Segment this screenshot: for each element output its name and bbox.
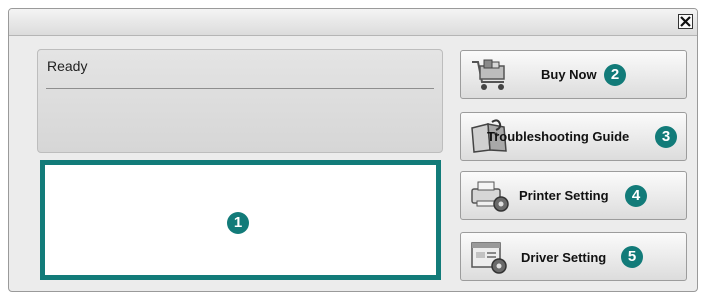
- close-icon: [680, 16, 691, 27]
- troubleshooting-guide-button[interactable]: Troubleshooting Guide 3: [460, 112, 687, 161]
- buy-now-label: Buy Now: [541, 67, 597, 82]
- callout-badge: 3: [655, 126, 677, 148]
- printer-gear-icon: [471, 181, 509, 212]
- callout-badge: 1: [227, 212, 249, 234]
- troubleshooting-guide-label: Troubleshooting Guide: [487, 129, 630, 144]
- status-text: Ready: [47, 58, 88, 74]
- status-monitor-window: Ready 1 Buy Now 2 Troubleshooting Guide …: [8, 8, 698, 292]
- close-button[interactable]: [678, 14, 693, 29]
- title-bar: [9, 9, 697, 36]
- shopping-cart-icon: [472, 59, 505, 90]
- status-panel: Ready: [37, 49, 443, 153]
- callout-badge: 2: [604, 64, 626, 86]
- buy-now-button[interactable]: Buy Now 2: [460, 50, 687, 99]
- driver-setting-button[interactable]: Driver Setting 5: [460, 232, 687, 281]
- callout-badge: 5: [621, 246, 643, 268]
- printer-setting-button[interactable]: Printer Setting 4: [460, 171, 687, 220]
- driver-setting-label: Driver Setting: [521, 250, 607, 265]
- printer-setting-label: Printer Setting: [519, 188, 609, 203]
- callout-badge: 4: [625, 185, 647, 207]
- status-divider: [46, 88, 434, 89]
- driver-window-gear-icon: [471, 242, 507, 274]
- status-display-area: 1: [40, 160, 441, 280]
